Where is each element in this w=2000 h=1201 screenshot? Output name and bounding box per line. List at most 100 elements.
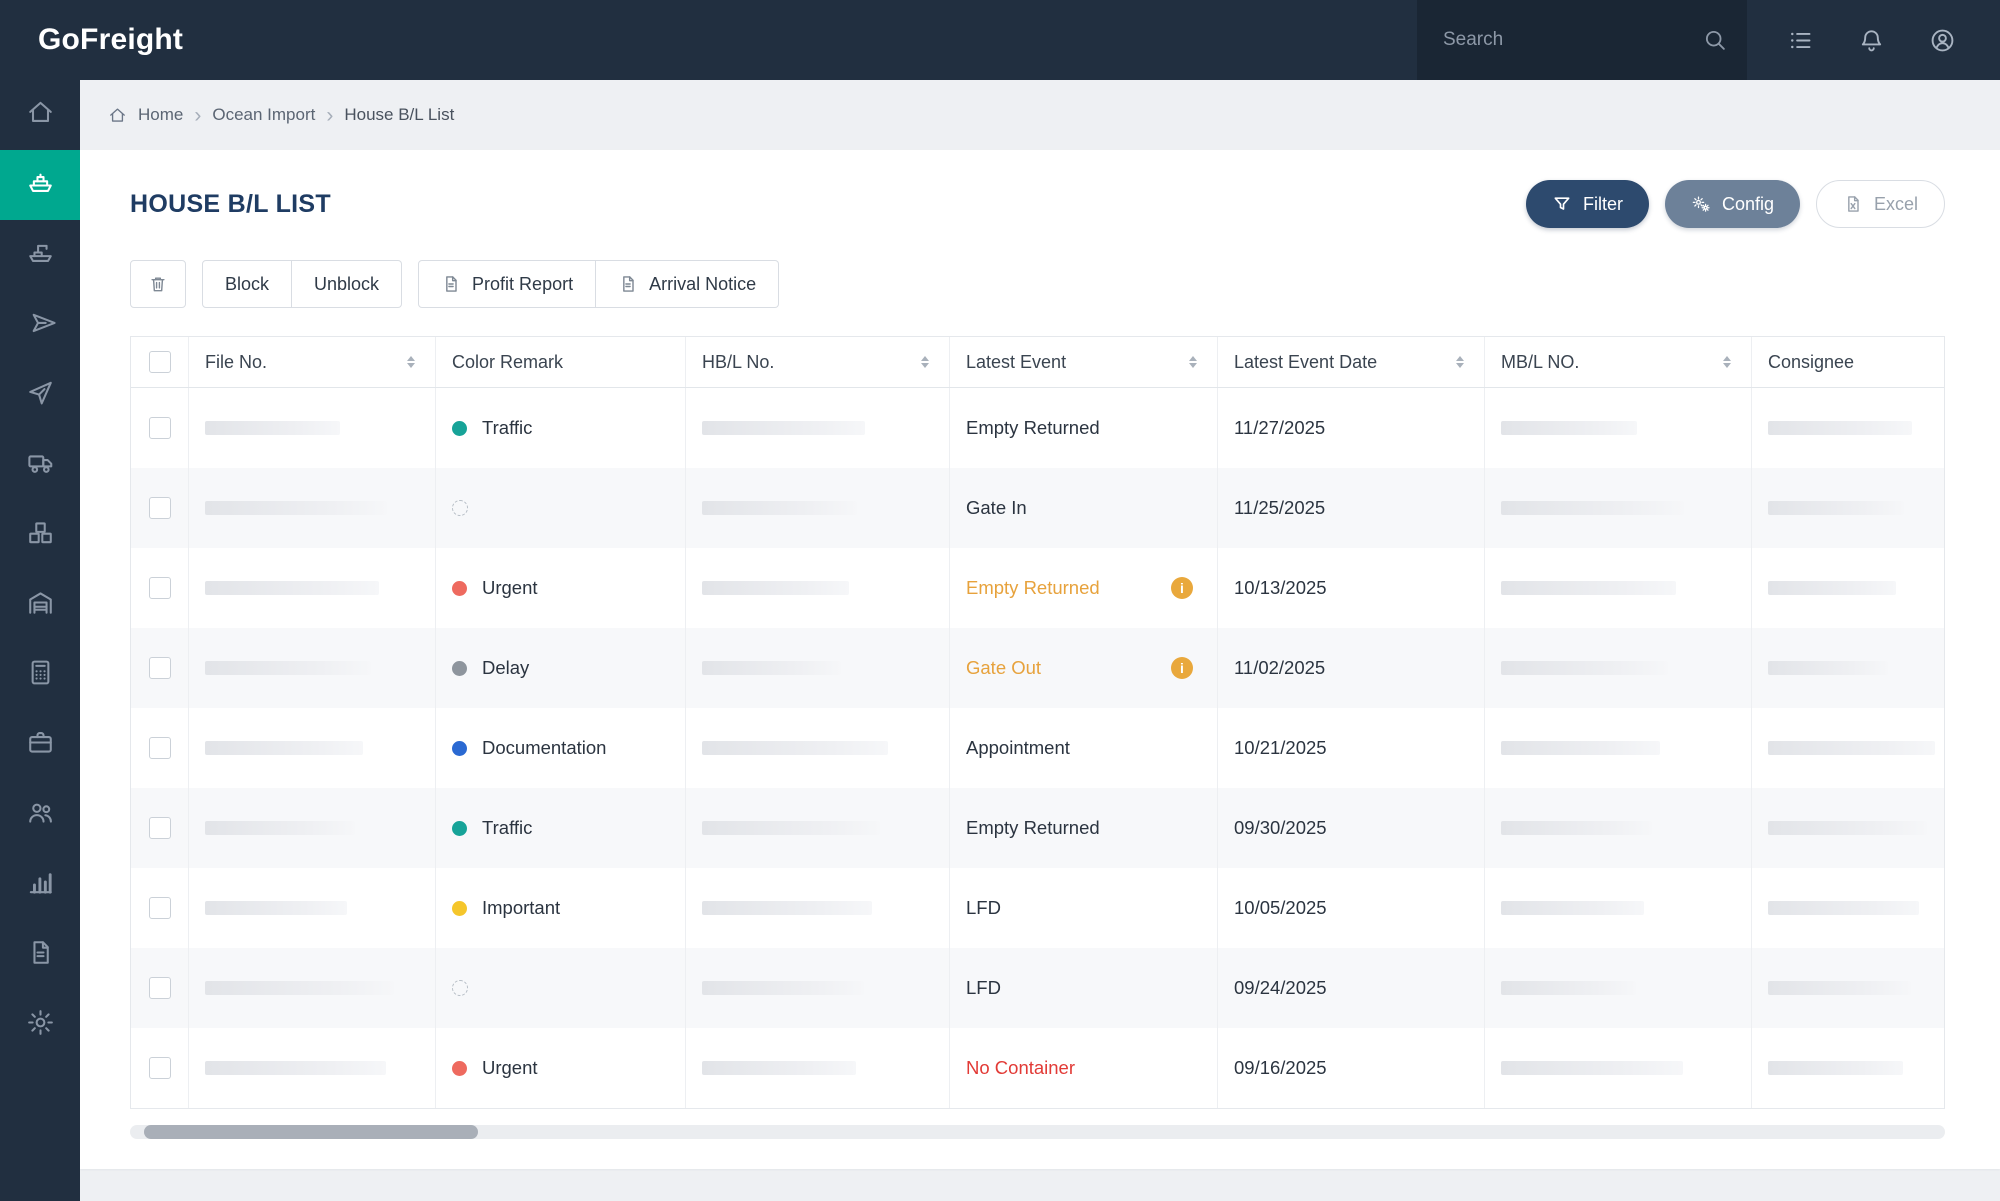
table-row[interactable]: Urgent No Container 09/16/2025 (131, 1028, 1944, 1108)
arrival-notice-button[interactable]: Arrival Notice (596, 260, 780, 308)
search-box[interactable] (1417, 0, 1747, 80)
sidebar-item-air-export[interactable] (0, 360, 80, 430)
file-no-cell (189, 1028, 436, 1108)
empty-color-dot (452, 980, 468, 996)
filter-icon (1552, 194, 1572, 214)
table-row[interactable]: Documentation Appointment 10/21/2025 (131, 708, 1944, 788)
arrival-notice-label: Arrival Notice (649, 273, 757, 294)
hbl-no-cell (686, 628, 950, 708)
select-all-checkbox[interactable] (148, 351, 171, 373)
breadcrumb-home[interactable]: Home (138, 105, 183, 125)
latest-event-cell: Gate Out i (950, 628, 1218, 708)
sidebar-item-settings[interactable] (0, 990, 80, 1060)
table-row[interactable]: Delay Gate Out i 11/02/2025 (131, 628, 1944, 708)
row-checkbox[interactable] (148, 577, 171, 599)
sidebar-item-home[interactable] (0, 80, 80, 150)
sidebar-item-ocean-export[interactable] (0, 220, 80, 290)
hbl-no-cell (686, 788, 950, 868)
table-row[interactable]: Traffic Empty Returned 09/30/2025 (131, 788, 1944, 868)
sidebar-item-jobs[interactable] (0, 710, 80, 780)
topbar-icons (1747, 27, 2000, 54)
breadcrumb-separator: › (326, 103, 334, 127)
mbl-no-cell (1485, 948, 1752, 1028)
table-row[interactable]: Gate In 11/25/2025 (131, 468, 1944, 548)
table-row[interactable]: Traffic Empty Returned 11/27/2025 (131, 388, 1944, 468)
latest-event-cell: Empty Returned (950, 388, 1218, 468)
sidebar-item-documents[interactable] (0, 920, 80, 990)
row-checkbox[interactable] (148, 737, 171, 759)
column-header-file-no[interactable]: File No. (189, 337, 436, 387)
column-header-latest-event-date[interactable]: Latest Event Date (1218, 337, 1485, 387)
latest-event-cell: Empty Returned i (950, 548, 1218, 628)
sidebar-item-cargo[interactable] (0, 500, 80, 570)
sort-icon[interactable] (1723, 355, 1731, 369)
color-dot (452, 580, 467, 596)
breadcrumb-ocean-import[interactable]: Ocean Import (212, 105, 315, 125)
column-header-mb-l-no[interactable]: MB/L NO. (1485, 337, 1752, 387)
account-icon[interactable] (1929, 27, 1956, 54)
block-unblock-group: Block Unblock (202, 260, 403, 308)
sort-icon[interactable] (407, 355, 415, 369)
sidebar-item-customers[interactable] (0, 780, 80, 850)
excel-button[interactable]: Excel (1815, 180, 1945, 228)
sidebar-item-air-import[interactable] (0, 290, 80, 360)
latest-event-date-cell: 11/27/2025 (1218, 388, 1485, 468)
mbl-no-cell (1485, 468, 1752, 548)
column-header-latest-event[interactable]: Latest Event (950, 337, 1218, 387)
sort-icon[interactable] (1456, 355, 1464, 369)
row-checkbox[interactable] (148, 657, 171, 679)
sidebar-item-ocean-import[interactable] (0, 150, 80, 220)
sort-icon[interactable] (921, 355, 929, 369)
document-icon (441, 274, 461, 294)
sidebar-item-analytics[interactable] (0, 850, 80, 920)
sort-icon[interactable] (1189, 355, 1197, 369)
latest-event-cell: Gate In (950, 468, 1218, 548)
column-header-consignee[interactable]: Consignee (1752, 337, 1944, 387)
scrollbar-thumb[interactable] (144, 1125, 478, 1139)
block-button[interactable]: Block (202, 260, 293, 308)
latest-event-date-cell: 09/16/2025 (1218, 1028, 1485, 1108)
table-row[interactable]: Important LFD 10/05/2025 (131, 868, 1944, 948)
delete-button[interactable] (130, 260, 186, 308)
profit-report-button[interactable]: Profit Report (418, 260, 597, 308)
unblock-button[interactable]: Unblock (292, 260, 403, 308)
home-icon[interactable] (108, 106, 127, 125)
filter-button[interactable]: Filter (1525, 180, 1649, 228)
row-checkbox[interactable] (148, 977, 171, 999)
latest-event-date: 11/02/2025 (1234, 657, 1326, 678)
list-icon[interactable] (1787, 27, 1814, 54)
latest-event-date-cell: 11/25/2025 (1218, 468, 1485, 548)
color-dot (452, 900, 467, 916)
sidebar (0, 80, 80, 1201)
sidebar-item-trucking[interactable] (0, 430, 80, 500)
info-icon[interactable]: i (1171, 577, 1193, 599)
latest-event-date-cell: 10/05/2025 (1218, 868, 1485, 948)
column-header-hb-l-no[interactable]: HB/L No. (686, 337, 950, 387)
consignee-cell (1752, 868, 1944, 948)
table-row[interactable]: LFD 09/24/2025 (131, 948, 1944, 1028)
sidebar-item-warehouse[interactable] (0, 570, 80, 640)
table-row[interactable]: Urgent Empty Returned i 10/13/2025 (131, 548, 1944, 628)
row-checkbox[interactable] (148, 817, 171, 839)
latest-event-date: 11/25/2025 (1234, 497, 1326, 518)
horizontal-scrollbar[interactable] (130, 1125, 1945, 1139)
config-button[interactable]: Config (1664, 180, 1800, 228)
latest-event-label: Appointment (966, 737, 1070, 758)
latest-event-label: No Container (966, 1057, 1076, 1078)
bell-icon[interactable] (1858, 27, 1885, 54)
search-icon[interactable] (1702, 27, 1728, 53)
info-icon[interactable]: i (1171, 657, 1193, 679)
mbl-no-cell (1485, 548, 1752, 628)
row-checkbox[interactable] (148, 897, 171, 919)
color-remark-cell: Important (436, 868, 686, 948)
profit-report-label: Profit Report (472, 273, 574, 294)
color-remark-label: Urgent (482, 577, 538, 598)
column-header-color-remark[interactable]: Color Remark (436, 337, 686, 387)
row-checkbox[interactable] (148, 1057, 171, 1079)
search-input[interactable] (1441, 28, 1690, 52)
sidebar-item-accounting[interactable] (0, 640, 80, 710)
bar-chart-icon (26, 868, 55, 902)
row-checkbox[interactable] (148, 417, 171, 439)
hbl-no-cell (686, 388, 950, 468)
row-checkbox[interactable] (148, 497, 171, 519)
